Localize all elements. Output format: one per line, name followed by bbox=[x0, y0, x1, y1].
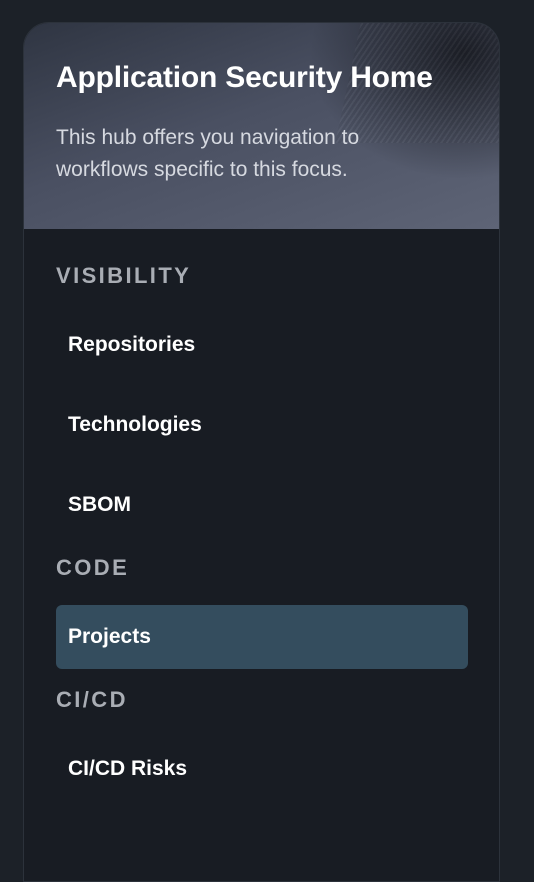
hub-hero-banner: Application Security Home This hub offer… bbox=[24, 23, 499, 229]
nav-item-label: Technologies bbox=[68, 413, 202, 436]
section-header-visibility: VISIBILITY bbox=[56, 263, 192, 288]
hub-description: This hub offers you navigation to workfl… bbox=[56, 126, 360, 181]
nav-item-repositories[interactable]: Repositories bbox=[56, 313, 468, 377]
nav-item-label: Repositories bbox=[68, 333, 196, 356]
nav-item-sbom[interactable]: SBOM bbox=[56, 473, 468, 537]
section-header-cicd: CI/CD bbox=[56, 687, 128, 712]
nav-item-label: Projects bbox=[68, 625, 151, 648]
section-header-code: CODE bbox=[56, 555, 130, 580]
nav-item-cicd-risks[interactable]: CI/CD Risks bbox=[56, 737, 468, 801]
nav-item-label: SBOM bbox=[68, 493, 131, 516]
nav-item-technologies[interactable]: Technologies bbox=[56, 393, 468, 457]
app-security-hub-panel: Application Security Home This hub offer… bbox=[23, 22, 500, 882]
nav-item-label: CI/CD Risks bbox=[68, 757, 188, 780]
hub-title: Application Security Home bbox=[56, 61, 433, 94]
nav-item-projects[interactable]: Projects bbox=[56, 605, 468, 669]
